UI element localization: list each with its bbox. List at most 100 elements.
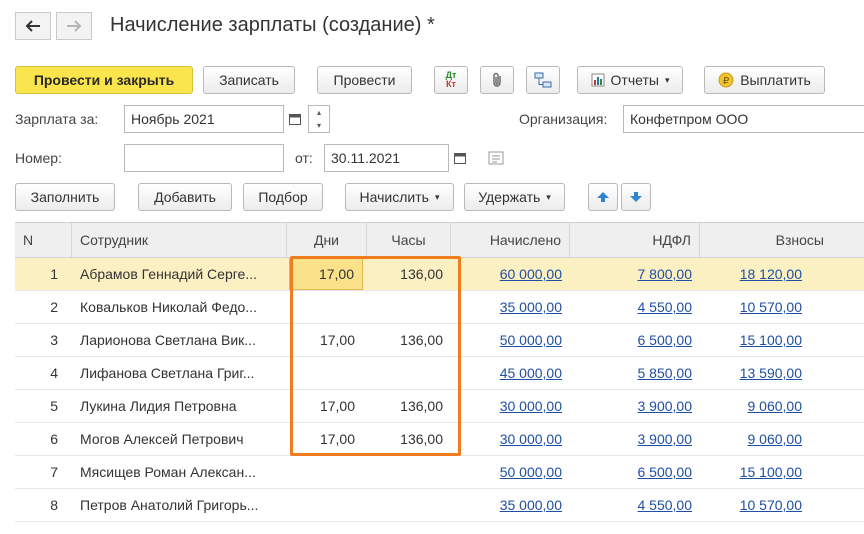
period-spinner[interactable]: ▴ ▾ [308, 105, 330, 133]
hierarchy-icon [534, 72, 552, 88]
cell-employee[interactable]: Лукина Лидия Петровна [72, 390, 287, 422]
cell-ndfl[interactable]: 6 500,00 [570, 324, 700, 356]
cell-days[interactable] [289, 456, 363, 488]
withhold-button[interactable]: Удержать ▾ [464, 183, 565, 211]
date-calendar-button[interactable] [449, 145, 471, 171]
spinner-up-icon[interactable]: ▴ [309, 106, 329, 119]
post-and-close-button[interactable]: Провести и закрыть [15, 66, 193, 94]
cell-ndfl[interactable]: 4 550,00 [570, 489, 700, 521]
cell-n[interactable]: 4 [15, 357, 72, 389]
table-row[interactable]: 4 Лифанова Светлана Григ... 45 000,00 5 850… [15, 357, 864, 390]
add-button[interactable]: Добавить [138, 183, 232, 211]
cell-contributions[interactable]: 15 100,00 [700, 324, 810, 356]
col-employee[interactable]: Сотрудник [72, 223, 287, 257]
cell-employee[interactable]: Лифанова Светлана Григ... [72, 357, 287, 389]
col-contributions[interactable]: Взносы [700, 223, 864, 257]
cell-contributions[interactable]: 10 570,00 [700, 489, 810, 521]
table-row[interactable]: 7 Мясищев Роман Алексан... 50 000,00 6 500,… [15, 456, 864, 489]
cell-employee[interactable]: Петров Анатолий Григорь... [72, 489, 287, 521]
date-field[interactable]: 30.11.2021 [324, 144, 449, 172]
post-button[interactable]: Провести [317, 66, 412, 94]
save-button[interactable]: Записать [203, 66, 295, 94]
cell-employee[interactable]: Мясищев Роман Алексан... [72, 456, 287, 488]
back-button[interactable] [15, 12, 51, 40]
cell-days[interactable]: 17,00 [289, 324, 363, 356]
cell-employee[interactable]: Ковальков Николай Федо... [72, 291, 287, 323]
cell-hours[interactable]: 136,00 [367, 390, 451, 422]
cell-hours[interactable] [367, 291, 451, 323]
cell-hours[interactable]: 136,00 [367, 423, 451, 455]
arrow-left-icon [25, 20, 41, 32]
table-row[interactable]: 3 Ларионова Светлана Вик... 17,00 136,00 50 … [15, 324, 864, 357]
cell-hours[interactable]: 136,00 [367, 258, 451, 290]
cell-contributions[interactable]: 18 120,00 [700, 258, 810, 290]
reports-button[interactable]: Отчеты ▾ [577, 66, 683, 94]
cell-accrued[interactable]: 50 000,00 [451, 324, 570, 356]
cell-n[interactable]: 6 [15, 423, 72, 455]
cell-days[interactable]: 17,00 [289, 423, 363, 455]
fill-button[interactable]: Заполнить [15, 183, 115, 211]
salary-period-field[interactable]: Ноябрь 2021 [124, 105, 284, 133]
table-row[interactable]: 6 Могов Алексей Петрович 17,00 136,00 30 000… [15, 423, 864, 456]
move-down-button[interactable] [621, 183, 651, 211]
cell-hours[interactable] [367, 357, 451, 389]
cell-contributions[interactable]: 10 570,00 [700, 291, 810, 323]
cell-ndfl[interactable]: 6 500,00 [570, 456, 700, 488]
organization-field[interactable]: Конфетпром ООО [623, 105, 864, 133]
cell-ndfl[interactable]: 7 800,00 [570, 258, 700, 290]
cell-employee[interactable]: Могов Алексей Петрович [72, 423, 287, 455]
cell-n[interactable]: 3 [15, 324, 72, 356]
cell-ndfl[interactable]: 3 900,00 [570, 423, 700, 455]
cell-n[interactable]: 7 [15, 456, 72, 488]
cell-hours[interactable] [367, 489, 451, 521]
col-hours[interactable]: Часы [367, 223, 451, 257]
col-ndfl[interactable]: НДФЛ [570, 223, 700, 257]
table-row[interactable]: 1 Абрамов Геннадий Серге... 17,00 136,00 60 … [15, 258, 864, 291]
forward-button[interactable] [56, 12, 92, 40]
cell-n[interactable]: 5 [15, 390, 72, 422]
cell-days[interactable] [289, 357, 363, 389]
cell-contributions[interactable]: 9 060,00 [700, 423, 810, 455]
cell-ndfl[interactable]: 5 850,00 [570, 357, 700, 389]
cell-accrued[interactable]: 30 000,00 [451, 390, 570, 422]
dtkt-button[interactable]: Дт Кт [434, 66, 468, 94]
cell-days[interactable] [289, 489, 363, 521]
pay-button[interactable]: ₽ Выплатить [704, 66, 825, 94]
col-accrued[interactable]: Начислено [451, 223, 570, 257]
col-days[interactable]: Дни [287, 223, 367, 257]
spinner-down-icon[interactable]: ▾ [309, 119, 329, 132]
cell-days[interactable] [289, 291, 363, 323]
table-row[interactable]: 8 Петров Анатолий Григорь... 35 000,00 4 55… [15, 489, 864, 522]
cell-hours[interactable] [367, 456, 451, 488]
cell-contributions[interactable]: 15 100,00 [700, 456, 810, 488]
attach-button[interactable] [480, 66, 514, 94]
number-field[interactable] [124, 144, 284, 172]
structure-button[interactable] [526, 66, 560, 94]
comment-icon[interactable] [488, 151, 504, 168]
cell-accrued[interactable]: 45 000,00 [451, 357, 570, 389]
cell-n[interactable]: 1 [15, 258, 72, 290]
cell-ndfl[interactable]: 3 900,00 [570, 390, 700, 422]
col-n[interactable]: N [15, 223, 72, 257]
cell-days[interactable]: 17,00 [289, 258, 363, 290]
move-up-button[interactable] [588, 183, 618, 211]
cell-n[interactable]: 8 [15, 489, 72, 521]
pick-button[interactable]: Подбор [243, 183, 323, 211]
calendar-button[interactable] [284, 106, 306, 132]
cell-accrued[interactable]: 30 000,00 [451, 423, 570, 455]
cell-ndfl[interactable]: 4 550,00 [570, 291, 700, 323]
cell-n[interactable]: 2 [15, 291, 72, 323]
table-row[interactable]: 2 Ковальков Николай Федо... 35 000,00 4 550… [15, 291, 864, 324]
accrue-button[interactable]: Начислить ▾ [345, 183, 454, 211]
cell-contributions[interactable]: 9 060,00 [700, 390, 810, 422]
cell-accrued[interactable]: 50 000,00 [451, 456, 570, 488]
cell-accrued[interactable]: 60 000,00 [451, 258, 570, 290]
cell-days[interactable]: 17,00 [289, 390, 363, 422]
cell-accrued[interactable]: 35 000,00 [451, 489, 570, 521]
cell-contributions[interactable]: 13 590,00 [700, 357, 810, 389]
table-row[interactable]: 5 Лукина Лидия Петровна 17,00 136,00 30 000,… [15, 390, 864, 423]
cell-hours[interactable]: 136,00 [367, 324, 451, 356]
cell-employee[interactable]: Абрамов Геннадий Серге... [72, 258, 287, 290]
cell-employee[interactable]: Ларионова Светлана Вик... [72, 324, 287, 356]
cell-accrued[interactable]: 35 000,00 [451, 291, 570, 323]
